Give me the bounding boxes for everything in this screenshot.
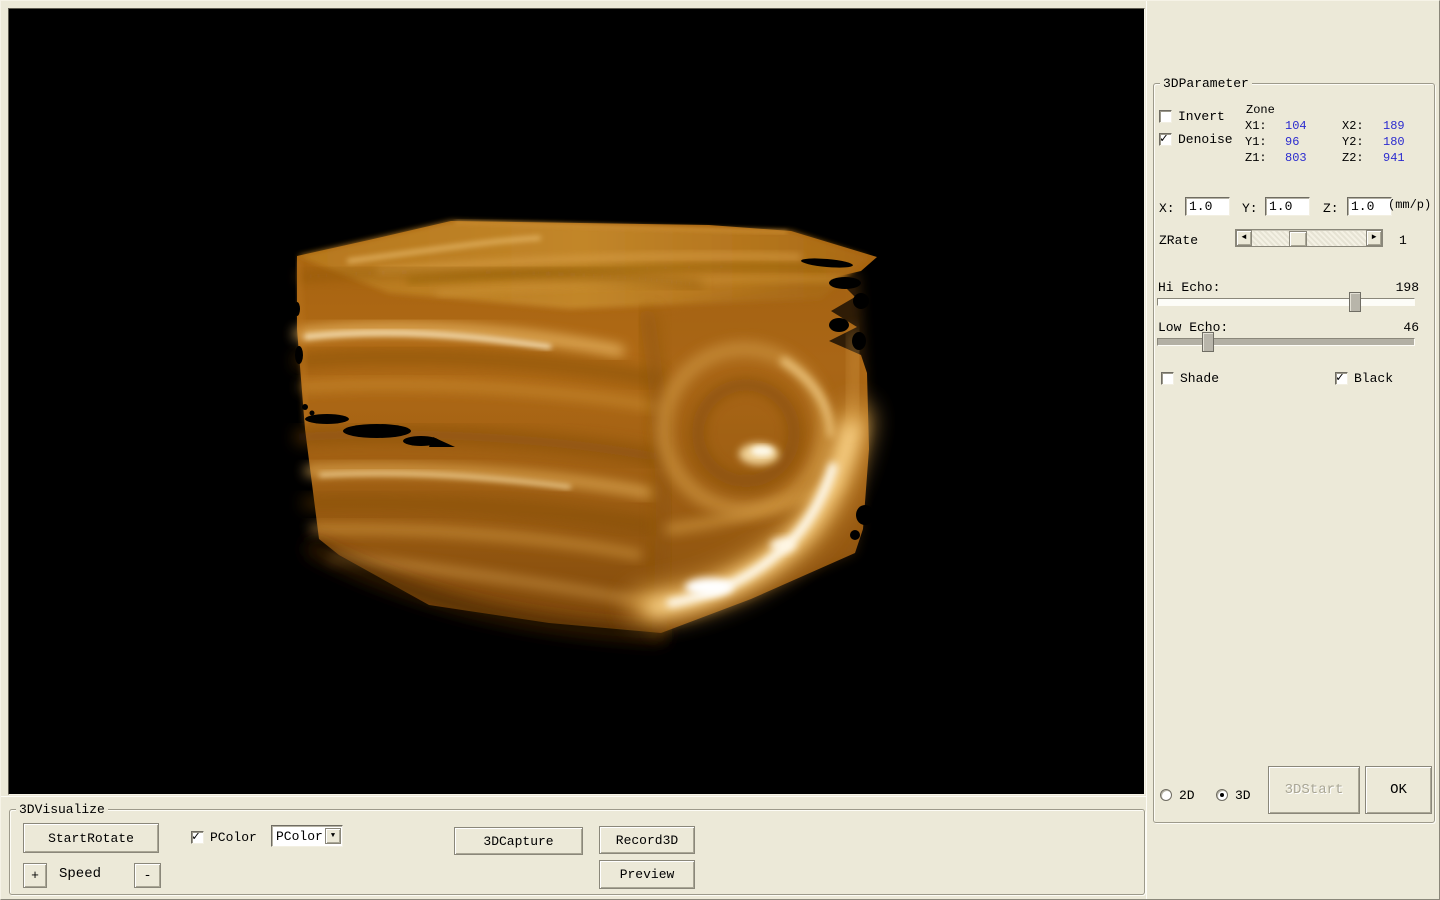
shade-label: Shade xyxy=(1180,371,1219,386)
black-checkbox[interactable]: ✓ xyxy=(1335,372,1348,385)
mode-2d-radio[interactable] xyxy=(1160,789,1172,801)
parameter-group-title: 3DParameter xyxy=(1160,76,1252,91)
speed-label: Speed xyxy=(59,867,101,882)
parameter-groupbox: 3DParameter ✓ Invert ✓ Denoise Zone X1: … xyxy=(1153,83,1435,823)
pcolor-dropdown[interactable]: PColor ▼ xyxy=(271,825,343,847)
pcolor-label: PColor xyxy=(210,830,257,845)
mode-3d-radio[interactable] xyxy=(1216,789,1228,801)
zone-z1-label: Z1: xyxy=(1245,151,1267,165)
low-echo-label: Low Echo: xyxy=(1158,320,1228,335)
scale-x-input[interactable]: 1.0 xyxy=(1185,197,1230,216)
zone-y2-value: 180 xyxy=(1383,135,1405,149)
dropdown-arrow-icon[interactable]: ▼ xyxy=(325,828,341,844)
scale-z-input[interactable]: 1.0 xyxy=(1347,197,1392,216)
preview-button[interactable]: Preview xyxy=(599,860,695,889)
checkmark-icon: ✓ xyxy=(1336,370,1344,385)
invert-checkbox[interactable]: ✓ xyxy=(1159,110,1172,123)
right-panel: 3DParameter ✓ Invert ✓ Denoise Zone X1: … xyxy=(1147,1,1440,900)
app-window: 3DParameter ✓ Invert ✓ Denoise Zone X1: … xyxy=(0,0,1440,900)
zone-z2-label: Z2: xyxy=(1342,151,1364,165)
render-viewport[interactable] xyxy=(8,8,1145,795)
zone-x2-label: X2: xyxy=(1342,119,1364,133)
scale-unit-label: (mm/p) xyxy=(1388,198,1431,212)
checkmark-icon: ✓ xyxy=(1160,131,1168,146)
speed-plus-button[interactable]: + xyxy=(23,863,47,888)
zrate-scrollbar[interactable]: ◄ ► xyxy=(1235,229,1383,247)
bottom-panel: 3DVisualize StartRotate ✓ PColor PColor … xyxy=(1,797,1147,900)
hi-echo-value: 198 xyxy=(1374,280,1419,295)
invert-label: Invert xyxy=(1178,109,1225,124)
start3d-button[interactable]: 3DStart xyxy=(1268,766,1360,814)
zone-x1-label: X1: xyxy=(1245,119,1267,133)
zrate-label: ZRate xyxy=(1159,233,1198,248)
hi-echo-label: Hi Echo: xyxy=(1158,280,1220,295)
checkmark-icon: ✓ xyxy=(192,829,200,844)
zone-title: Zone xyxy=(1246,103,1275,117)
scale-x-label: X: xyxy=(1159,201,1175,216)
zone-z2-value: 941 xyxy=(1383,151,1405,165)
low-echo-value: 46 xyxy=(1374,320,1419,335)
scale-y-label: Y: xyxy=(1242,201,1258,216)
start-rotate-button[interactable]: StartRotate xyxy=(23,823,159,853)
shade-checkbox[interactable]: ✓ xyxy=(1161,372,1174,385)
zrate-thumb[interactable] xyxy=(1289,231,1307,247)
hi-echo-track[interactable] xyxy=(1157,298,1415,306)
zone-x1-value: 104 xyxy=(1285,119,1307,133)
zone-x2-value: 189 xyxy=(1383,119,1405,133)
pcolor-dropdown-value: PColor xyxy=(272,829,325,844)
capture-3d-button[interactable]: 3DCapture xyxy=(454,827,583,855)
zrate-left-arrow-icon[interactable]: ◄ xyxy=(1236,230,1252,246)
black-label: Black xyxy=(1354,371,1393,386)
denoise-checkbox[interactable]: ✓ xyxy=(1159,133,1172,146)
zone-y2-label: Y2: xyxy=(1342,135,1364,149)
denoise-label: Denoise xyxy=(1178,132,1233,147)
mode-2d-label: 2D xyxy=(1179,788,1195,803)
visualize-group-title: 3DVisualize xyxy=(16,802,108,817)
scale-z-label: Z: xyxy=(1323,201,1339,216)
visualize-groupbox: 3DVisualize StartRotate ✓ PColor PColor … xyxy=(9,809,1145,895)
mode-3d-label: 3D xyxy=(1235,788,1251,803)
zone-y1-label: Y1: xyxy=(1245,135,1267,149)
zrate-right-arrow-icon[interactable]: ► xyxy=(1366,230,1382,246)
low-echo-track[interactable] xyxy=(1157,338,1415,346)
speed-minus-button[interactable]: - xyxy=(134,863,161,888)
zone-z1-value: 803 xyxy=(1285,151,1307,165)
render-3d-volume xyxy=(9,9,1144,794)
scale-y-input[interactable]: 1.0 xyxy=(1265,197,1310,216)
ok-button[interactable]: OK xyxy=(1365,766,1432,814)
zone-y1-value: 96 xyxy=(1285,135,1299,149)
record-3d-button[interactable]: Record3D xyxy=(599,826,695,854)
low-echo-thumb[interactable] xyxy=(1202,332,1214,352)
pcolor-checkbox[interactable]: ✓ xyxy=(191,831,204,844)
hi-echo-thumb[interactable] xyxy=(1349,292,1361,312)
zrate-value: 1 xyxy=(1399,233,1407,248)
